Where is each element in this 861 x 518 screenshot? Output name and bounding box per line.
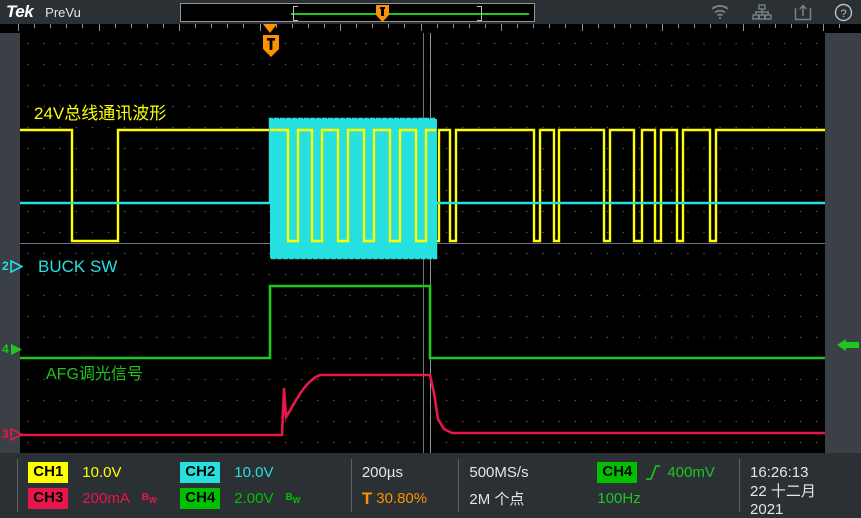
ch4-trace [20,286,825,358]
right-gutter [825,33,861,453]
ch2-badge[interactable]: CH2 [180,462,220,482]
rising-edge-icon [645,465,661,480]
left-gutter [0,33,20,453]
overview-trigger-marker[interactable] [376,5,389,22]
ch4-marker[interactable]: 4 [2,342,23,356]
oscilloscope-screen: Tek PreVu [0,0,861,518]
ruler-trigger-position-marker[interactable] [263,24,277,33]
ch4-trigger-level-arrow-icon[interactable] [837,338,859,352]
timebase-value: 200µs [362,464,403,481]
ch1-scale-value: 10.0V [82,464,121,481]
sample-rate-value: 500MS/s [469,464,597,481]
trigger-position-icon: T [362,489,372,509]
waveform-overview-bar[interactable] [180,3,535,22]
timebase-ruler [0,24,861,33]
overview-trace [291,13,529,15]
wifi-icon[interactable] [710,4,730,20]
tek-logo: Tek [6,2,33,22]
svg-text:?: ? [840,8,846,20]
ch4-bandwidth-icon: BW [286,492,301,505]
ch3-badge[interactable]: CH3 [28,488,68,508]
top-bar: Tek PreVu [0,0,861,24]
ch2-marker[interactable]: 2 [2,259,23,273]
clock-date: 22 十二月 2021 [750,480,851,518]
channel-settings-group: CH1 10.0V CH2 10.0V CH3 200mA BW CH4 [18,453,351,518]
ch3-marker-triangle-icon [10,428,23,441]
horizontal-settings-group[interactable]: 200µs T 30.80% [352,453,459,518]
ch4-badge[interactable]: CH4 [180,488,220,508]
help-icon[interactable]: ? [834,3,853,22]
network-icon[interactable] [752,4,772,20]
acquisition-trigger-group[interactable]: 500MS/s CH4 400mV 2M 个点 100Hz [459,453,739,518]
ch2-marker-triangle-icon [10,260,23,273]
plot-canvas[interactable] [20,33,825,453]
ch1-waveform-label: 24V总线通讯波形 [34,99,166,124]
ch3-scale-value: 200mA [82,490,130,507]
trigger-frequency-value: 100Hz [597,490,640,507]
clock-group: 16:26:13 22 十二月 2021 [740,453,861,518]
record-length-value: 2M 个点 [469,488,597,509]
acquisition-mode-label: PreVu [45,5,81,20]
ch3-marker[interactable]: 3 [2,427,23,441]
ch3-bandwidth-icon: BW [142,492,157,505]
trigger-position-value: 30.80% [376,490,427,507]
ch4-marker-triangle-icon [10,343,23,356]
ch2-burst-fill [270,119,437,258]
overview-window-right-handle[interactable] [477,6,482,21]
save-export-icon[interactable] [794,4,812,21]
ch2-waveform-label: BUCK SW [38,257,117,277]
ch4-waveform-label: AFG调光信号 [46,360,143,384]
header-icon-group: ? [710,0,853,24]
waveform-graph-area[interactable]: 2 4 3 24V总线通讯波形 BUCK SW AFG调光信号 LED电流 [0,33,861,453]
trigger-level-value: 400mV [667,464,715,481]
trigger-source-badge[interactable]: CH4 [597,462,637,482]
ch3-trace [20,375,825,435]
overview-window-left-handle[interactable] [293,6,298,21]
waveform-traces [20,33,825,453]
ch2-scale-value: 10.0V [234,464,273,481]
ch4-scale-value: 2.00V [234,490,273,507]
ch1-badge[interactable]: CH1 [28,462,68,482]
clock-time: 16:26:13 [750,464,808,481]
status-bar: CH1 10.0V CH2 10.0V CH3 200mA BW CH4 [0,453,861,518]
